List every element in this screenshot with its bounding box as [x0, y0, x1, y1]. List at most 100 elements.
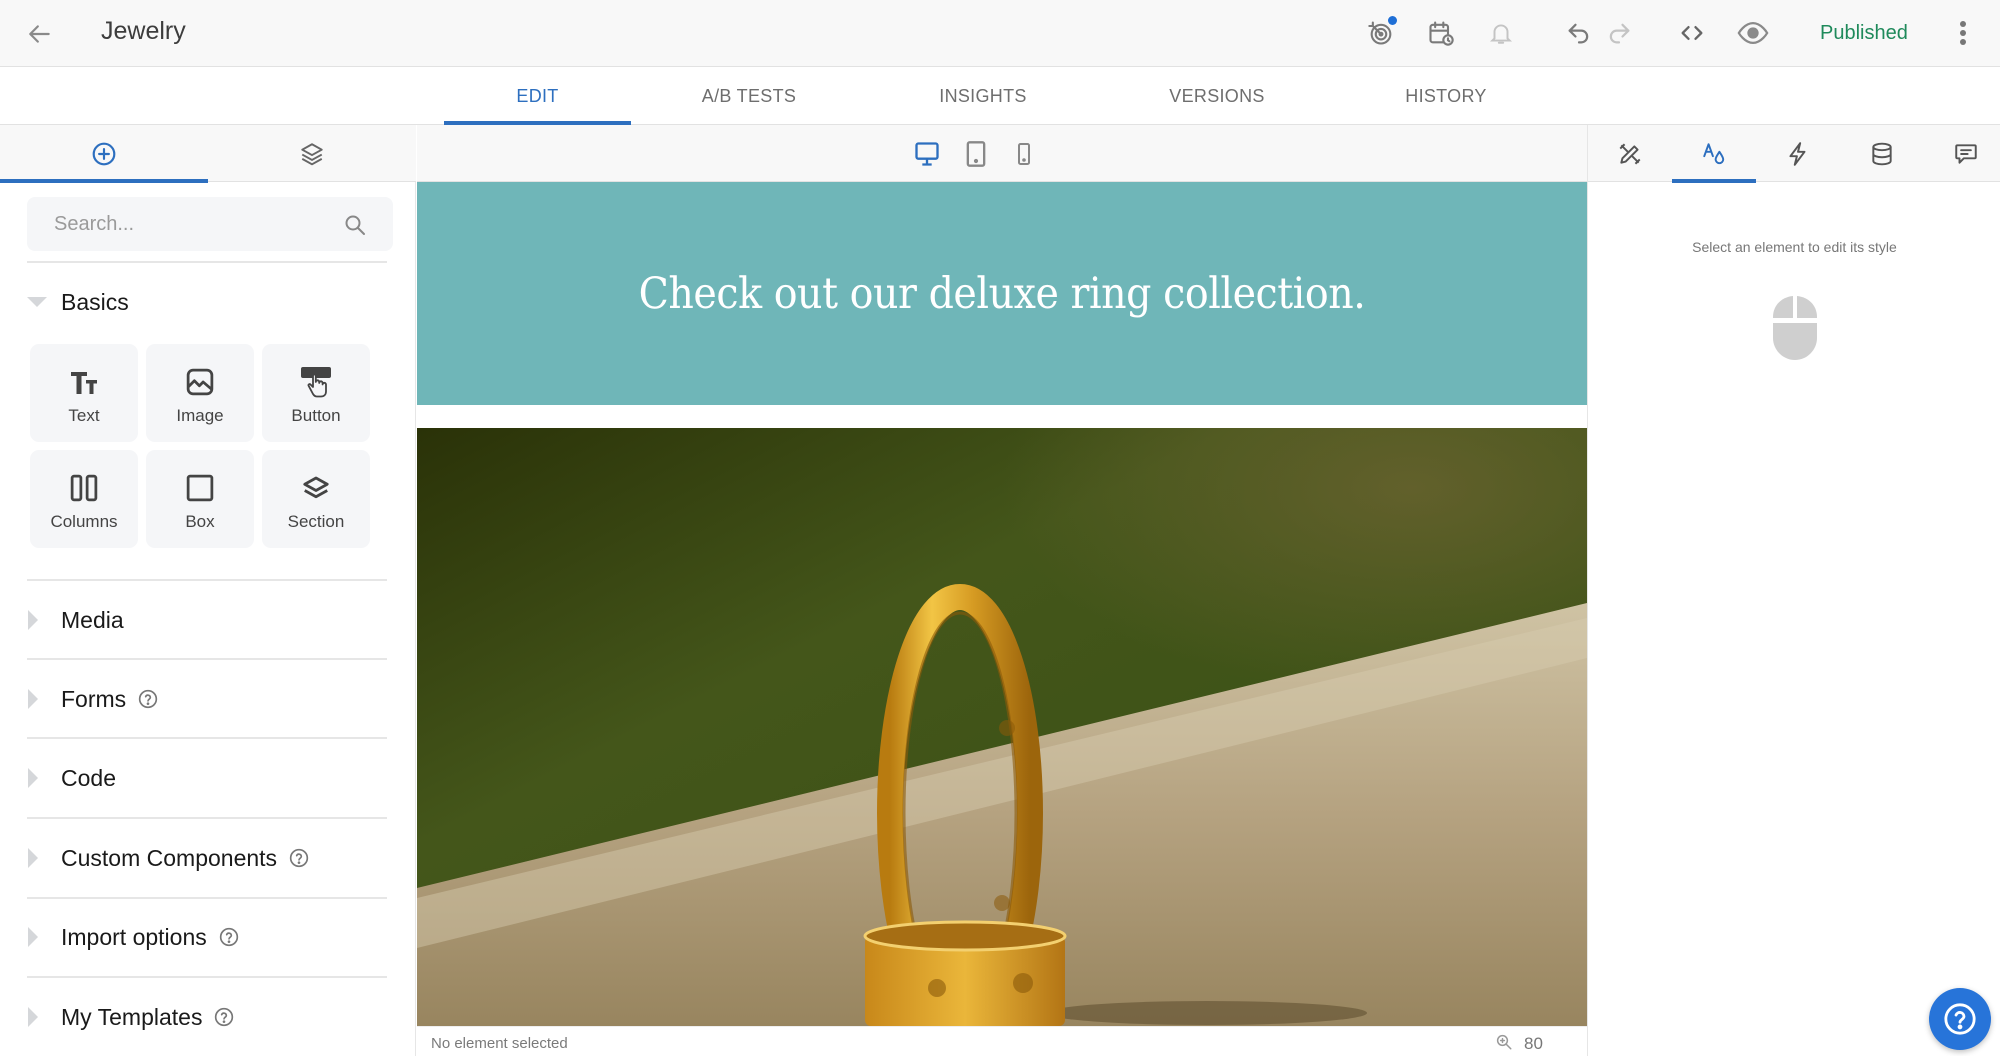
columns-icon — [69, 470, 99, 506]
tile-label: Text — [68, 406, 100, 425]
section-my-templates-header[interactable]: My Templates — [27, 997, 387, 1037]
tile-section[interactable]: Section — [262, 450, 370, 548]
left-panel: Basics Text Image Button Columns Box Sec… — [0, 125, 416, 1056]
tile-box[interactable]: Box — [146, 450, 254, 548]
help-button[interactable] — [1929, 988, 1991, 1050]
device-mobile-button[interactable] — [1008, 138, 1040, 170]
add-circle-icon — [92, 142, 116, 165]
help-icon[interactable] — [214, 1007, 234, 1027]
more-vertical-icon — [1960, 21, 1966, 45]
mouse-icon — [1773, 296, 1817, 360]
notifications-button[interactable] — [1484, 16, 1518, 50]
style-icon — [1703, 142, 1725, 164]
redo-icon — [1609, 23, 1630, 44]
tile-label: Section — [287, 512, 345, 531]
button-click-icon — [300, 364, 332, 400]
data-database-icon — [1872, 142, 1892, 165]
tile-image[interactable]: Image — [146, 344, 254, 442]
schedule-calendar-icon — [1429, 21, 1454, 46]
help-icon — [1944, 1003, 1976, 1035]
design-tools-icon — [1619, 143, 1641, 164]
tile-label: Button — [291, 406, 341, 425]
tile-label: Columns — [50, 512, 118, 531]
tab-history[interactable]: HISTORY — [1357, 68, 1535, 124]
section-custom-components-header[interactable]: Custom Components — [27, 838, 387, 878]
style-hint: Select an element to edit its style — [1692, 239, 1897, 255]
section-code-header[interactable]: Code — [27, 758, 387, 798]
notification-dot — [1388, 16, 1397, 25]
section-label: Forms — [61, 685, 127, 712]
more-options-button[interactable] — [1946, 16, 1980, 50]
redo-button[interactable] — [1602, 16, 1636, 50]
tile-text[interactable]: Text — [30, 344, 138, 442]
editor-canvas[interactable]: Check out our deluxe ring collection. No… — [417, 182, 1587, 1056]
selection-status: No element selected — [431, 1035, 568, 1052]
preview-eye-icon — [1737, 21, 1769, 45]
tab-design-tools[interactable] — [1588, 125, 1672, 182]
image-icon — [185, 364, 215, 400]
section-basics-header[interactable]: Basics — [27, 282, 387, 322]
section-label: Media — [61, 606, 124, 633]
help-icon[interactable] — [289, 848, 309, 868]
tab-style[interactable] — [1672, 125, 1756, 183]
interactions-bolt-icon — [1789, 141, 1806, 166]
tab-add-elements[interactable] — [0, 125, 208, 183]
caret-right-icon — [27, 848, 61, 868]
tab-insights[interactable]: INSIGHTS — [894, 68, 1072, 124]
section-import-options-header[interactable]: Import options — [27, 917, 387, 957]
divider — [27, 261, 387, 263]
divider — [27, 658, 387, 660]
section-label: My Templates — [61, 1003, 203, 1030]
tile-label: Image — [176, 406, 224, 425]
device-tablet-button[interactable] — [960, 138, 992, 170]
section-media-header[interactable]: Media — [27, 600, 387, 640]
box-icon — [185, 470, 215, 506]
canvas-status-bar: No element selected 80 — [417, 1026, 1587, 1056]
goals-button[interactable] — [1364, 16, 1398, 50]
divider — [27, 897, 387, 899]
text-icon — [69, 364, 99, 400]
section-forms-header[interactable]: Forms — [27, 679, 387, 719]
tile-columns[interactable]: Columns — [30, 450, 138, 548]
device-desktop-button[interactable] — [911, 138, 943, 170]
tile-button[interactable]: Button — [262, 344, 370, 442]
notifications-bell-icon — [1489, 24, 1513, 44]
schedule-button[interactable] — [1424, 16, 1458, 50]
tab-comments[interactable] — [1924, 125, 2000, 182]
preview-button[interactable] — [1736, 16, 1770, 50]
tab-versions[interactable]: VERSIONS — [1128, 68, 1306, 124]
caret-right-icon — [27, 768, 61, 788]
back-button[interactable] — [24, 18, 56, 50]
hero-banner[interactable]: Check out our deluxe ring collection. — [417, 182, 1587, 405]
code-button[interactable] — [1675, 16, 1709, 50]
caret-down-icon — [27, 296, 61, 308]
desktop-icon — [915, 142, 939, 166]
divider — [27, 737, 387, 739]
tab-layers[interactable] — [208, 125, 416, 182]
caret-right-icon — [27, 1007, 61, 1027]
zoom-icon[interactable] — [1495, 1033, 1513, 1051]
hero-heading[interactable]: Check out our deluxe ring collection. — [639, 269, 1366, 319]
undo-icon — [1568, 23, 1589, 44]
left-panel-tabs — [0, 125, 416, 183]
code-icon — [1681, 26, 1703, 40]
section-label: Import options — [61, 923, 207, 950]
caret-right-icon — [27, 689, 61, 709]
caret-right-icon — [27, 610, 61, 630]
tab-ab-tests[interactable]: A/B TESTS — [660, 68, 838, 124]
search-input[interactable] — [27, 197, 327, 251]
search-icon[interactable] — [343, 213, 367, 237]
zoom-level[interactable]: 80 — [1524, 1034, 1543, 1054]
ring-photo[interactable] — [417, 428, 1587, 1026]
divider — [27, 579, 387, 581]
publish-status-button[interactable]: Published — [1820, 22, 1908, 45]
device-toolbar — [417, 125, 1587, 182]
undo-button[interactable] — [1562, 16, 1596, 50]
divider — [27, 976, 387, 978]
tab-interactions[interactable] — [1756, 125, 1840, 182]
mobile-icon — [1018, 143, 1030, 165]
tab-data[interactable] — [1840, 125, 1924, 182]
help-icon[interactable] — [138, 689, 158, 709]
help-icon[interactable] — [219, 927, 239, 947]
tab-edit[interactable]: EDIT — [444, 68, 631, 125]
